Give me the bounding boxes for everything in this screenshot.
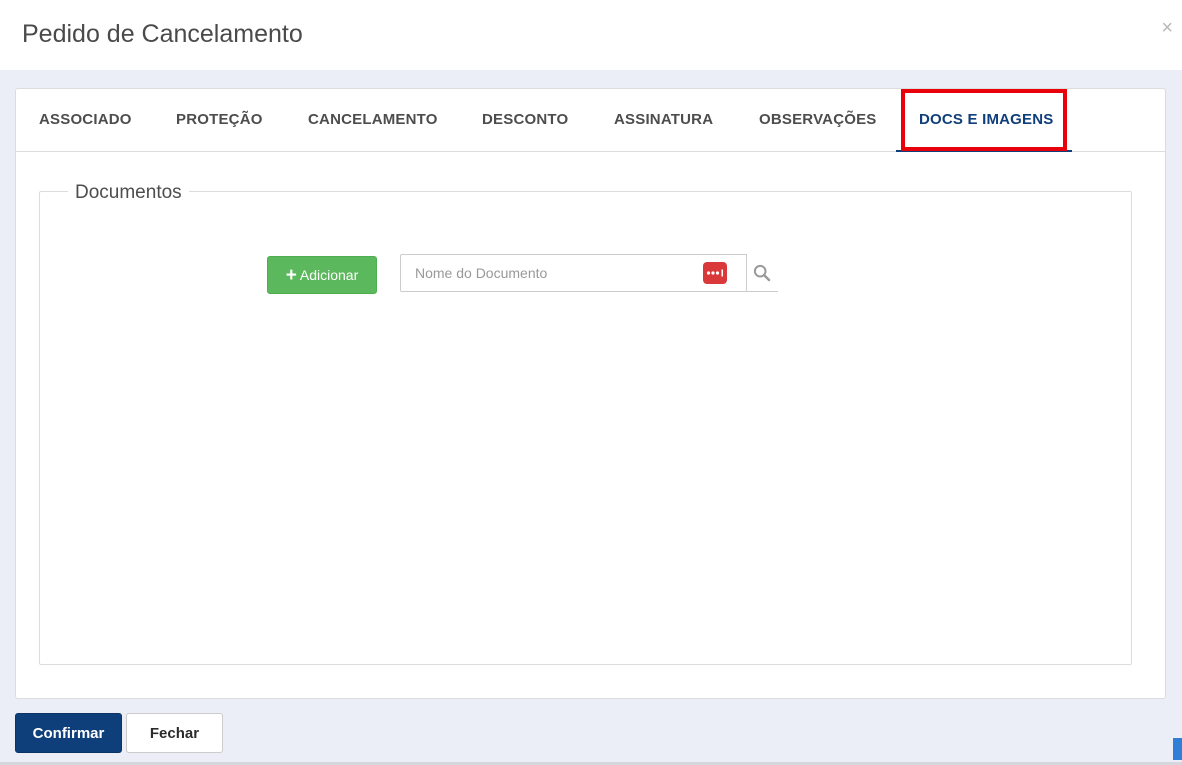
documents-legend: Documentos	[68, 183, 189, 203]
add-button-label: Adicionar	[299, 267, 359, 283]
tab-protecao[interactable]: PROTEÇÃO	[176, 89, 263, 151]
search-button[interactable]	[746, 254, 778, 292]
documents-fieldset: Documentos + Adicionar	[39, 183, 1132, 665]
add-document-button[interactable]: + Adicionar	[267, 256, 377, 294]
tab-assinatura[interactable]: ASSINATURA	[614, 89, 713, 151]
document-name-input[interactable]	[400, 254, 747, 292]
close-icon[interactable]: ×	[1161, 18, 1173, 38]
plus-icon: +	[285, 264, 297, 286]
modal-title: Pedido de Cancelamento	[22, 20, 303, 48]
password-dots-icon[interactable]	[703, 262, 727, 284]
confirm-button[interactable]: Confirmar	[15, 713, 122, 753]
tabs-card: ASSOCIADO PROTEÇÃO CANCELAMENTO DESCONTO…	[15, 88, 1166, 699]
close-button[interactable]: Fechar	[126, 713, 223, 753]
tab-observacoes[interactable]: OBSERVAÇÕES	[759, 89, 877, 151]
tab-cancelamento[interactable]: CANCELAMENTO	[308, 89, 438, 151]
tab-docs-e-imagens[interactable]: DOCS E IMAGENS	[919, 89, 1053, 151]
tab-bar: ASSOCIADO PROTEÇÃO CANCELAMENTO DESCONTO…	[16, 89, 1165, 152]
tab-associado[interactable]: ASSOCIADO	[39, 89, 132, 151]
document-search-group	[400, 254, 780, 292]
modal-header: Pedido de Cancelamento ×	[0, 0, 1182, 70]
magnifier-icon	[753, 264, 771, 281]
tab-desconto[interactable]: DESCONTO	[482, 89, 568, 151]
active-tab-indicator	[896, 150, 1072, 152]
scroll-indicator	[1173, 738, 1182, 760]
